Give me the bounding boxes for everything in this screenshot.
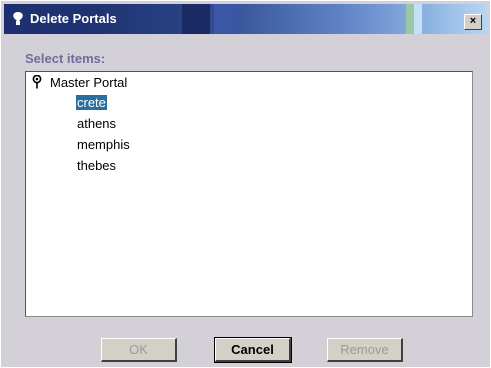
tree-item-crete[interactable]: crete: [76, 95, 107, 110]
window-title: Delete Portals: [30, 11, 117, 26]
portal-tree[interactable]: Master Portal crete athens memphis thebe…: [25, 71, 473, 317]
title-bar[interactable]: Delete Portals ×: [4, 4, 487, 34]
select-items-label: Select items:: [25, 51, 106, 66]
title-bar-band: [214, 4, 238, 34]
cancel-button[interactable]: Cancel: [214, 337, 292, 363]
title-bar-band: [406, 4, 414, 34]
remove-button[interactable]: Remove: [327, 338, 403, 362]
title-bar-band: [182, 4, 210, 34]
tree-item-thebes[interactable]: thebes: [76, 158, 117, 173]
tree-item-memphis[interactable]: memphis: [76, 137, 131, 152]
tree-item-label: memphis: [77, 137, 130, 152]
tree-item-label: crete: [76, 95, 107, 110]
tree-item-label: athens: [77, 116, 117, 131]
tree-item-label: thebes: [77, 158, 117, 173]
portal-pin-icon: [13, 12, 23, 25]
ok-button[interactable]: OK: [101, 338, 177, 362]
tree-root-label: Master Portal: [50, 75, 128, 90]
tree-item-athens[interactable]: athens: [76, 116, 117, 131]
tree-root-item[interactable]: Master Portal: [32, 75, 127, 90]
portal-pin-icon: [32, 75, 42, 89]
delete-portals-dialog: Delete Portals × Select items: Master Po…: [0, 0, 491, 368]
title-bar-band: [414, 4, 422, 34]
close-button[interactable]: ×: [464, 14, 482, 30]
